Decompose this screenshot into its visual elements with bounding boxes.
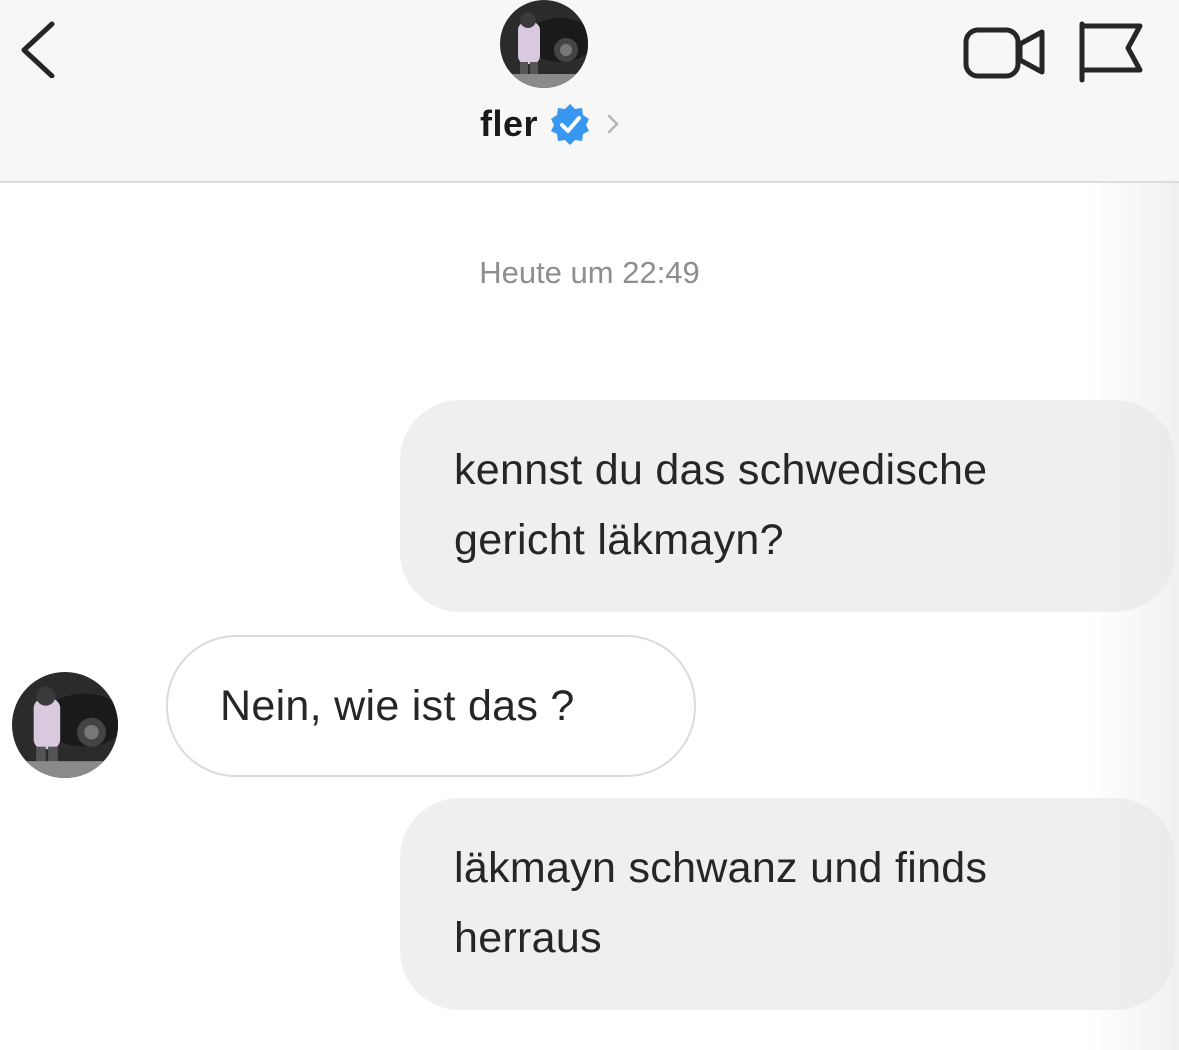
video-call-button[interactable] (962, 22, 1048, 82)
outgoing-message[interactable]: läkmayn schwanz und finds herraus (400, 798, 1175, 1010)
flag-icon (1079, 21, 1143, 83)
verified-badge-icon (551, 104, 590, 145)
message-line: gericht läkmayn? (454, 516, 784, 564)
video-camera-icon (963, 27, 1045, 79)
chevron-left-icon (21, 21, 55, 79)
message-timestamp: Heute um 22:49 (479, 255, 700, 290)
chevron-right-icon (607, 114, 619, 134)
message-line: herraus (454, 914, 602, 962)
username-label: fler (480, 103, 539, 144)
chat-header: fler (0, 0, 1179, 183)
message-line: läkmayn schwanz und finds (454, 844, 988, 892)
incoming-message[interactable]: Nein, wie ist das ? (166, 635, 696, 777)
sender-avatar[interactable] (12, 672, 118, 778)
back-button[interactable] (12, 18, 62, 79)
message-line: kennst du das schwedische (454, 446, 988, 494)
avatar-photo (500, 0, 588, 88)
profile-link[interactable]: fler (480, 98, 620, 150)
outgoing-message[interactable]: kennst du das schwedische gericht läkmay… (400, 400, 1175, 612)
avatar-photo (12, 672, 118, 778)
report-button[interactable] (1076, 18, 1146, 84)
message-line: Nein, wie ist das ? (220, 682, 575, 730)
profile-avatar[interactable] (500, 0, 588, 88)
